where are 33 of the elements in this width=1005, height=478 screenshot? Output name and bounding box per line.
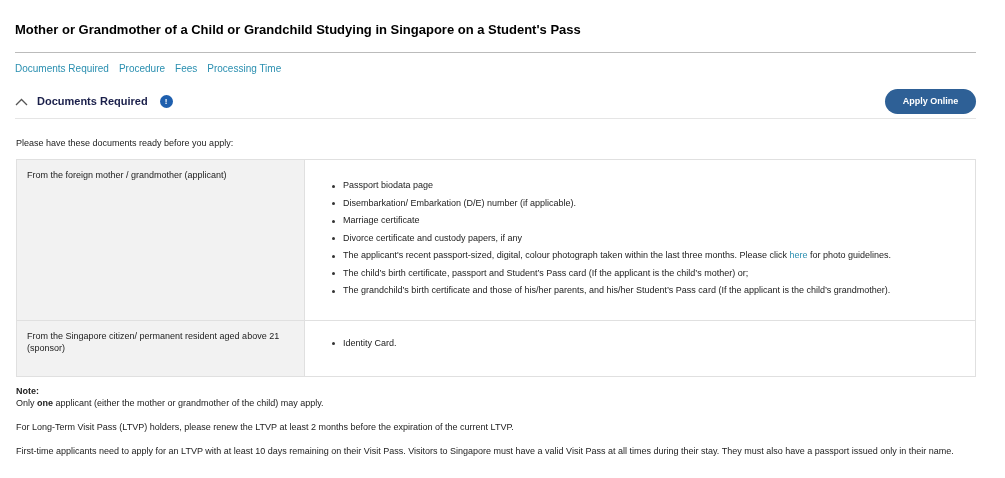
document-item: Marriage certificate (332, 212, 975, 230)
table-cell: From the Singapore citizen/ permanent resident aged above 21 (sponsor) (17, 320, 305, 376)
document-item: The grandchild’s birth certificate and those of his/her parents, and his/her Student’s Pass card (If the applicant is the child’s grandmother). (332, 282, 975, 300)
apply-online-button[interactable]: Apply Online (885, 89, 976, 114)
bullet-icon (332, 272, 335, 275)
section-link[interactable]: Processing Time (207, 60, 282, 76)
bullet-icon (332, 289, 335, 293)
bullet-icon (332, 219, 335, 223)
bullet-icon (332, 342, 335, 345)
bullet-icon (332, 237, 335, 240)
page-title: Mother or Grandmother of a Child or Grandchild Studying in Singapore on a Student's Pass (15, 21, 582, 39)
section-link[interactable]: Procedure (118, 60, 166, 76)
bullet-icon (332, 254, 335, 258)
document-item: Disembarkation/ Embarkation (D/E) number (if applicable). (332, 194, 975, 212)
table-cell: From the foreign mother / grandmother (applicant) (17, 160, 305, 320)
note-heading: Note: (16, 385, 40, 397)
document-item: Identity Card. (332, 334, 975, 352)
document-item: The applicant's recent passport-sized, digital, colour photograph taken within the last three months. Please click here for photo guidelines. (332, 247, 975, 265)
note-text: Only one applicant (either the mother or grandmother of the child) may apply. (16, 397, 325, 409)
bullet-icon (332, 202, 335, 205)
note-text: For Long-Term Visit Pass (LTVP) holders, please renew the LTVP at least 2 months before the expiration of the current LTVP. (16, 421, 515, 433)
section-link[interactable]: Documents Required (15, 60, 109, 76)
note-text: First-time applicants need to apply for an LTVP with at least 10 days remaining on their Visit Pass. Visitors to Singapore must have a valid Visit Pass at all times during their stay. They must also have a passport issued only in their name. (16, 445, 955, 457)
document-item: Passport biodata page (332, 177, 975, 195)
chevron-up-icon[interactable] (15, 97, 28, 106)
here-link[interactable]: here (789, 250, 808, 260)
section-title[interactable]: Documents Required (37, 93, 148, 110)
section-link[interactable]: Fees (175, 60, 198, 76)
document-item: The child’s birth certificate, passport and Student’s Pass card (If the applicant is the child’s mother) or; (332, 264, 975, 282)
info-badge: ! (159, 95, 173, 108)
intro-text: Please have these documents ready before you apply: (16, 137, 235, 149)
document-item: Divorce certificate and custody papers, if any (332, 229, 975, 247)
bullet-icon (332, 184, 335, 188)
